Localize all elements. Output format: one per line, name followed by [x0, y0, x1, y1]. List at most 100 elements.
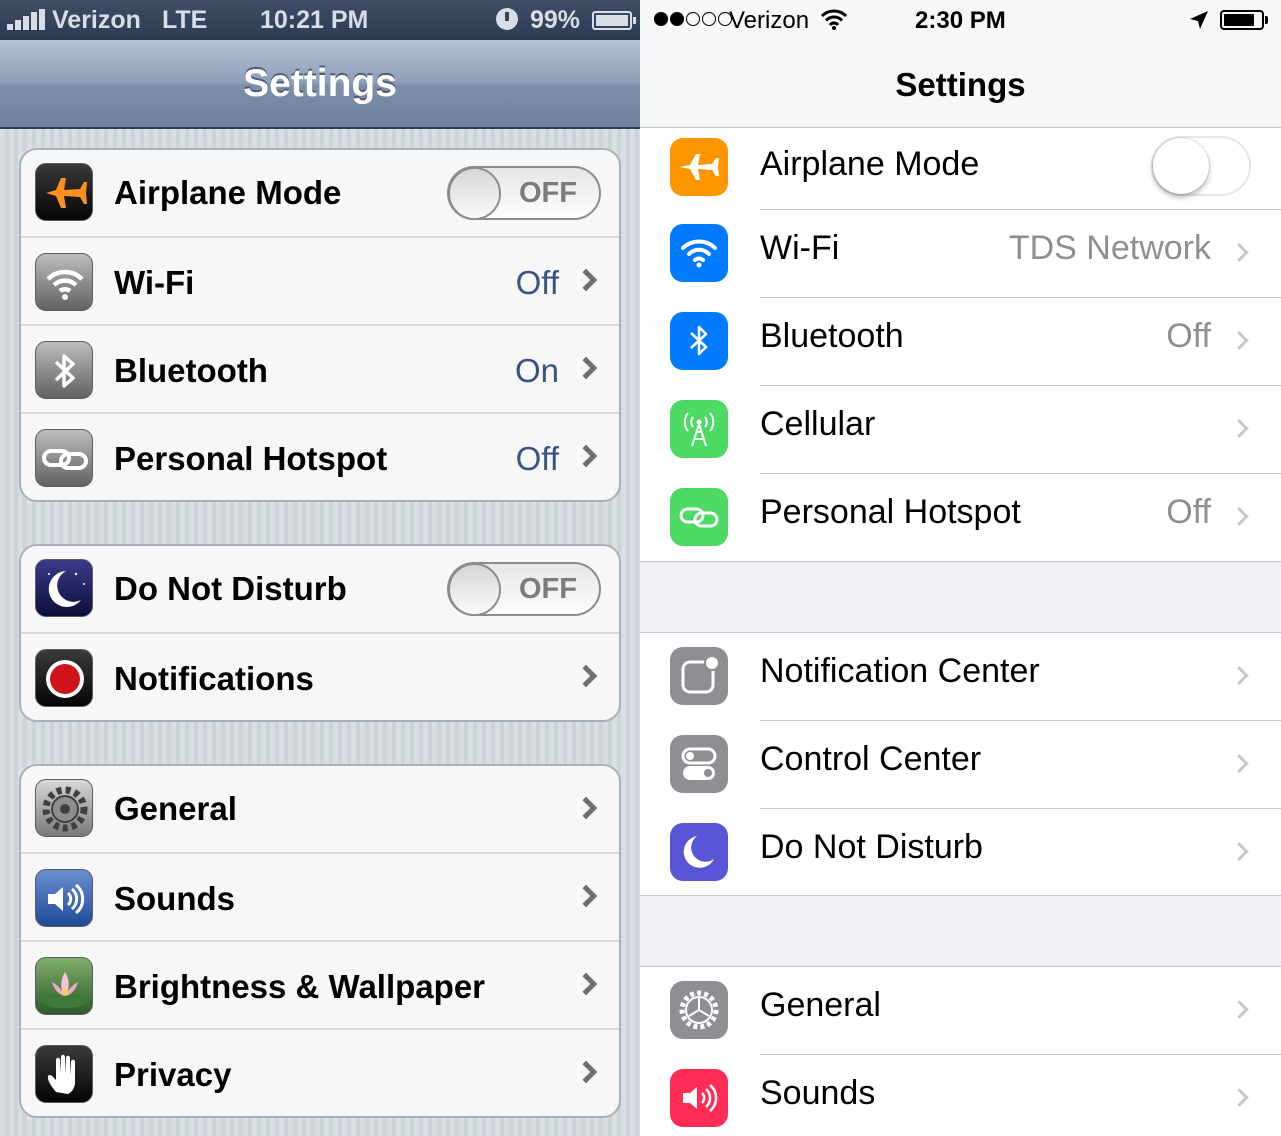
settings-row-do-not-disturb[interactable]: Do Not Disturb OFF [21, 546, 619, 632]
signal-strength-icon [7, 9, 47, 30]
toggle-knob [448, 167, 501, 220]
settings-row-control-center[interactable]: Control Center [640, 721, 1281, 809]
navigation-bar: Verizon 2:30 PM Settings [640, 0, 1281, 128]
moon-icon [670, 823, 728, 881]
settings-row-label: General [760, 986, 881, 1024]
airplane-mode-toggle[interactable] [1151, 136, 1251, 196]
cellular-icon [670, 400, 728, 458]
do-not-disturb-toggle[interactable]: OFF [447, 562, 601, 616]
settings-row-notification-center[interactable]: Notification Center [640, 633, 1281, 721]
gear-icon [35, 779, 93, 837]
settings-group-device: General Sounds [19, 764, 621, 1118]
chevron-right-icon [574, 444, 598, 468]
settings-row-sounds[interactable]: Sounds [21, 852, 619, 940]
chevron-right-icon [1230, 243, 1249, 262]
speaker-icon [670, 1069, 728, 1127]
settings-row-label: Personal Hotspot [114, 440, 388, 477]
settings-row-value: TDS Network [1008, 229, 1211, 267]
settings-row-wifi[interactable]: Wi-Fi Off [21, 236, 619, 324]
network-type: LTE [162, 6, 208, 34]
settings-row-label: Wi-Fi [760, 229, 840, 267]
navigation-bar: Settings [0, 40, 640, 129]
battery-icon [1220, 10, 1268, 30]
settings-row-label: Sounds [760, 1074, 876, 1112]
settings-row-bluetooth[interactable]: Bluetooth On [21, 324, 619, 412]
battery-percentage: 99% [530, 6, 581, 34]
wifi-icon [670, 224, 728, 282]
settings-row-value: Off [1166, 493, 1211, 531]
settings-group-connectivity: Airplane Mode Wi-Fi TDS Network Bluetoot… [640, 128, 1281, 562]
ios6-settings-screen: Verizon LTE 10:21 PM 99% Settings Airpla… [0, 0, 640, 1136]
settings-row-label: Airplane Mode [114, 174, 342, 211]
toggle-knob [1153, 138, 1209, 194]
settings-row-airplane-mode[interactable]: Airplane Mode OFF [21, 150, 619, 236]
settings-row-label: Airplane Mode [760, 145, 980, 183]
hotspot-icon [35, 429, 93, 487]
gear-icon [670, 981, 728, 1039]
settings-row-label: Sounds [114, 880, 235, 917]
settings-row-label: Wi-Fi [114, 264, 195, 301]
chevron-right-icon [574, 972, 598, 996]
battery-icon [592, 11, 636, 30]
chevron-right-icon [1230, 331, 1249, 350]
chevron-right-icon [574, 884, 598, 908]
speaker-icon [35, 869, 93, 927]
settings-row-personal-hotspot[interactable]: Personal Hotspot Off [21, 412, 619, 500]
settings-group-connectivity: Airplane Mode OFF Wi-Fi Off Bluetooth On… [19, 148, 621, 502]
settings-row-label: Cellular [760, 405, 876, 443]
settings-row-wifi[interactable]: Wi-Fi TDS Network [640, 210, 1281, 298]
toggle-state-label: OFF [519, 573, 577, 605]
hotspot-icon [670, 488, 728, 546]
notification-center-icon [670, 647, 728, 705]
page-title: Settings [243, 62, 397, 105]
notifications-icon [35, 649, 93, 707]
toggle-state-label: OFF [519, 177, 577, 209]
settings-row-notifications[interactable]: Notifications [21, 632, 619, 720]
settings-row-label: Notifications [114, 660, 314, 697]
settings-row-label: Personal Hotspot [760, 493, 1021, 531]
settings-row-value: On [514, 352, 559, 389]
settings-row-brightness-wallpaper[interactable]: Brightness & Wallpaper [21, 940, 619, 1028]
chevron-right-icon [1230, 842, 1249, 861]
settings-row-do-not-disturb[interactable]: Do Not Disturb [640, 809, 1281, 897]
settings-row-privacy[interactable]: Privacy [21, 1028, 619, 1116]
settings-row-label: General [114, 790, 237, 827]
clock-time: 10:21 PM [260, 6, 369, 34]
settings-row-label: Do Not Disturb [114, 570, 347, 607]
bluetooth-icon [35, 341, 93, 399]
lotus-icon [35, 957, 93, 1015]
settings-row-label: Brightness & Wallpaper [114, 968, 486, 1005]
chevron-right-icon [574, 664, 598, 688]
settings-row-label: Do Not Disturb [760, 828, 983, 866]
settings-row-bluetooth[interactable]: Bluetooth Off [640, 298, 1281, 386]
chevron-right-icon [1230, 507, 1249, 526]
bluetooth-icon [670, 312, 728, 370]
toggle-knob [448, 563, 501, 616]
status-bar: Verizon LTE 10:21 PM 99% [0, 0, 640, 40]
settings-row-label: Notification Center [760, 652, 1040, 690]
settings-row-label: Privacy [114, 1056, 232, 1093]
settings-row-general[interactable]: General [640, 967, 1281, 1055]
clock-time: 2:30 PM [915, 7, 1006, 34]
airplane-mode-toggle[interactable]: OFF [447, 166, 601, 220]
airplane-icon [670, 138, 728, 196]
chevron-right-icon [574, 1060, 598, 1084]
rotation-lock-icon [496, 8, 518, 30]
carrier-name: Verizon [729, 7, 810, 34]
settings-row-airplane-mode[interactable]: Airplane Mode [640, 128, 1281, 210]
chevron-right-icon [1230, 754, 1249, 773]
settings-row-value: Off [515, 264, 559, 301]
settings-row-sounds[interactable]: Sounds [640, 1055, 1281, 1136]
airplane-icon [35, 163, 93, 221]
settings-row-personal-hotspot[interactable]: Personal Hotspot Off [640, 474, 1281, 562]
chevron-right-icon [1230, 1000, 1249, 1019]
settings-group-device: General Sounds [640, 966, 1281, 1136]
wifi-status-icon [820, 9, 848, 30]
settings-row-cellular[interactable]: Cellular [640, 386, 1281, 474]
settings-row-label: Bluetooth [114, 352, 268, 389]
moon-icon [35, 559, 93, 617]
chevron-right-icon [574, 356, 598, 380]
chevron-right-icon [574, 796, 598, 820]
settings-row-general[interactable]: General [21, 766, 619, 852]
settings-row-label: Bluetooth [760, 317, 904, 355]
